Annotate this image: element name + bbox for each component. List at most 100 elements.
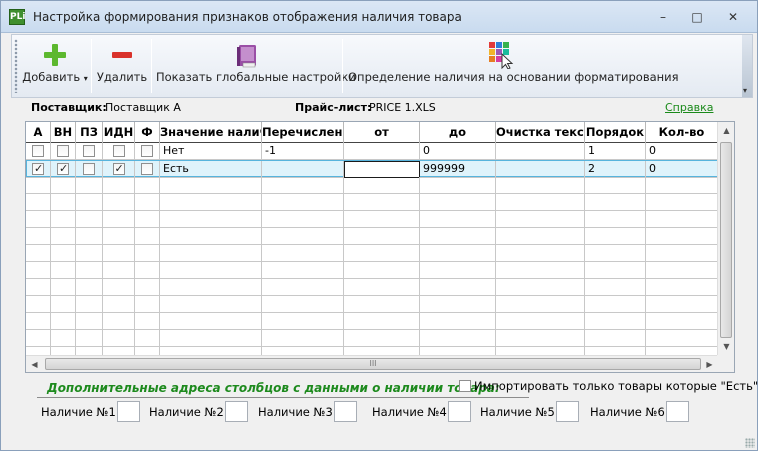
add-button[interactable]: Добавить ▾ bbox=[22, 35, 88, 97]
empty-cell[interactable] bbox=[646, 313, 718, 330]
empty-cell[interactable] bbox=[26, 262, 51, 279]
column-header-to[interactable]: до bbox=[420, 122, 496, 143]
empty-row[interactable] bbox=[26, 296, 718, 313]
empty-cell[interactable] bbox=[646, 211, 718, 228]
empty-cell[interactable] bbox=[585, 177, 646, 194]
empty-cell[interactable] bbox=[646, 194, 718, 211]
cell-value[interactable]: Есть bbox=[160, 161, 262, 178]
availability-input[interactable] bbox=[225, 401, 248, 422]
cell-from[interactable] bbox=[344, 143, 420, 160]
empty-cell[interactable] bbox=[344, 279, 420, 296]
empty-cell[interactable] bbox=[103, 262, 135, 279]
availability-input[interactable] bbox=[666, 401, 689, 422]
empty-cell[interactable] bbox=[496, 279, 585, 296]
empty-cell[interactable] bbox=[420, 228, 496, 245]
empty-cell[interactable] bbox=[420, 279, 496, 296]
cell-enum[interactable]: -1 bbox=[262, 143, 344, 160]
empty-cell[interactable] bbox=[76, 245, 103, 262]
empty-cell[interactable] bbox=[585, 330, 646, 347]
empty-cell[interactable] bbox=[26, 177, 51, 194]
empty-cell[interactable] bbox=[646, 177, 718, 194]
empty-cell[interactable] bbox=[646, 279, 718, 296]
empty-cell[interactable] bbox=[103, 330, 135, 347]
empty-cell[interactable] bbox=[160, 228, 262, 245]
empty-row[interactable] bbox=[26, 194, 718, 211]
empty-cell[interactable] bbox=[420, 313, 496, 330]
column-header-from[interactable]: от bbox=[344, 122, 420, 143]
maximize-button[interactable]: □ bbox=[687, 9, 707, 25]
empty-cell[interactable] bbox=[160, 279, 262, 296]
cell-pz[interactable] bbox=[76, 161, 103, 178]
empty-cell[interactable] bbox=[585, 279, 646, 296]
cell-f[interactable] bbox=[135, 161, 160, 178]
empty-cell[interactable] bbox=[135, 211, 160, 228]
empty-cell[interactable] bbox=[262, 313, 344, 330]
empty-cell[interactable] bbox=[76, 279, 103, 296]
empty-cell[interactable] bbox=[344, 228, 420, 245]
empty-row[interactable] bbox=[26, 313, 718, 330]
empty-cell[interactable] bbox=[51, 262, 76, 279]
empty-cell[interactable] bbox=[51, 177, 76, 194]
empty-row[interactable] bbox=[26, 228, 718, 245]
format-availability-button[interactable]: Определение наличия на основании формати… bbox=[348, 35, 679, 97]
empty-cell[interactable] bbox=[496, 194, 585, 211]
empty-cell[interactable] bbox=[262, 194, 344, 211]
vertical-scroll-thumb[interactable] bbox=[720, 142, 732, 338]
empty-cell[interactable] bbox=[51, 279, 76, 296]
empty-cell[interactable] bbox=[420, 194, 496, 211]
cell-f[interactable] bbox=[135, 143, 160, 160]
help-link[interactable]: Справка bbox=[665, 101, 713, 114]
empty-cell[interactable] bbox=[51, 313, 76, 330]
cell-pz[interactable] bbox=[76, 143, 103, 160]
checkbox[interactable] bbox=[83, 145, 95, 157]
empty-cell[interactable] bbox=[160, 313, 262, 330]
empty-cell[interactable] bbox=[496, 262, 585, 279]
empty-cell[interactable] bbox=[262, 296, 344, 313]
availability-input[interactable] bbox=[334, 401, 357, 422]
scroll-up-icon[interactable]: ▲ bbox=[718, 122, 734, 139]
empty-cell[interactable] bbox=[585, 313, 646, 330]
empty-cell[interactable] bbox=[496, 296, 585, 313]
empty-cell[interactable] bbox=[420, 296, 496, 313]
empty-cell[interactable] bbox=[76, 262, 103, 279]
empty-cell[interactable] bbox=[646, 228, 718, 245]
table-row[interactable]: Нет -1 0 1 0 bbox=[26, 143, 718, 160]
checkbox[interactable] bbox=[112, 145, 125, 157]
checkbox[interactable] bbox=[141, 163, 153, 175]
empty-cell[interactable] bbox=[160, 262, 262, 279]
empty-cell[interactable] bbox=[160, 330, 262, 347]
empty-row[interactable] bbox=[26, 262, 718, 279]
empty-cell[interactable] bbox=[496, 177, 585, 194]
cell-enum[interactable] bbox=[262, 161, 344, 178]
empty-cell[interactable] bbox=[585, 228, 646, 245]
column-header-idn[interactable]: ИДН bbox=[103, 122, 135, 143]
empty-cell[interactable] bbox=[420, 262, 496, 279]
horizontal-scrollbar[interactable]: ◀ III ▶ bbox=[26, 355, 718, 372]
toolbar-grip[interactable] bbox=[14, 39, 18, 93]
empty-cell[interactable] bbox=[160, 177, 262, 194]
empty-cell[interactable] bbox=[262, 262, 344, 279]
empty-row[interactable] bbox=[26, 330, 718, 347]
empty-cell[interactable] bbox=[262, 245, 344, 262]
empty-cell[interactable] bbox=[344, 211, 420, 228]
column-header-enum[interactable]: Перечислени bbox=[262, 122, 344, 143]
empty-cell[interactable] bbox=[103, 313, 135, 330]
checkbox[interactable] bbox=[141, 145, 153, 157]
empty-cell[interactable] bbox=[103, 228, 135, 245]
cell-to[interactable]: 999999 bbox=[420, 161, 496, 178]
cell-clear-text[interactable] bbox=[496, 161, 585, 178]
column-header-order[interactable]: Порядок bbox=[585, 122, 646, 143]
cell-order[interactable]: 2 bbox=[585, 161, 646, 178]
empty-cell[interactable] bbox=[26, 194, 51, 211]
empty-cell[interactable] bbox=[103, 279, 135, 296]
empty-cell[interactable] bbox=[76, 296, 103, 313]
checkbox[interactable] bbox=[32, 145, 44, 157]
empty-cell[interactable] bbox=[262, 211, 344, 228]
cell-order[interactable]: 1 bbox=[585, 143, 646, 160]
delete-button[interactable]: Удалить bbox=[96, 35, 148, 97]
empty-cell[interactable] bbox=[160, 211, 262, 228]
empty-cell[interactable] bbox=[135, 313, 160, 330]
empty-cell[interactable] bbox=[103, 194, 135, 211]
checkbox[interactable] bbox=[57, 145, 69, 157]
close-button[interactable]: ✕ bbox=[723, 9, 743, 25]
